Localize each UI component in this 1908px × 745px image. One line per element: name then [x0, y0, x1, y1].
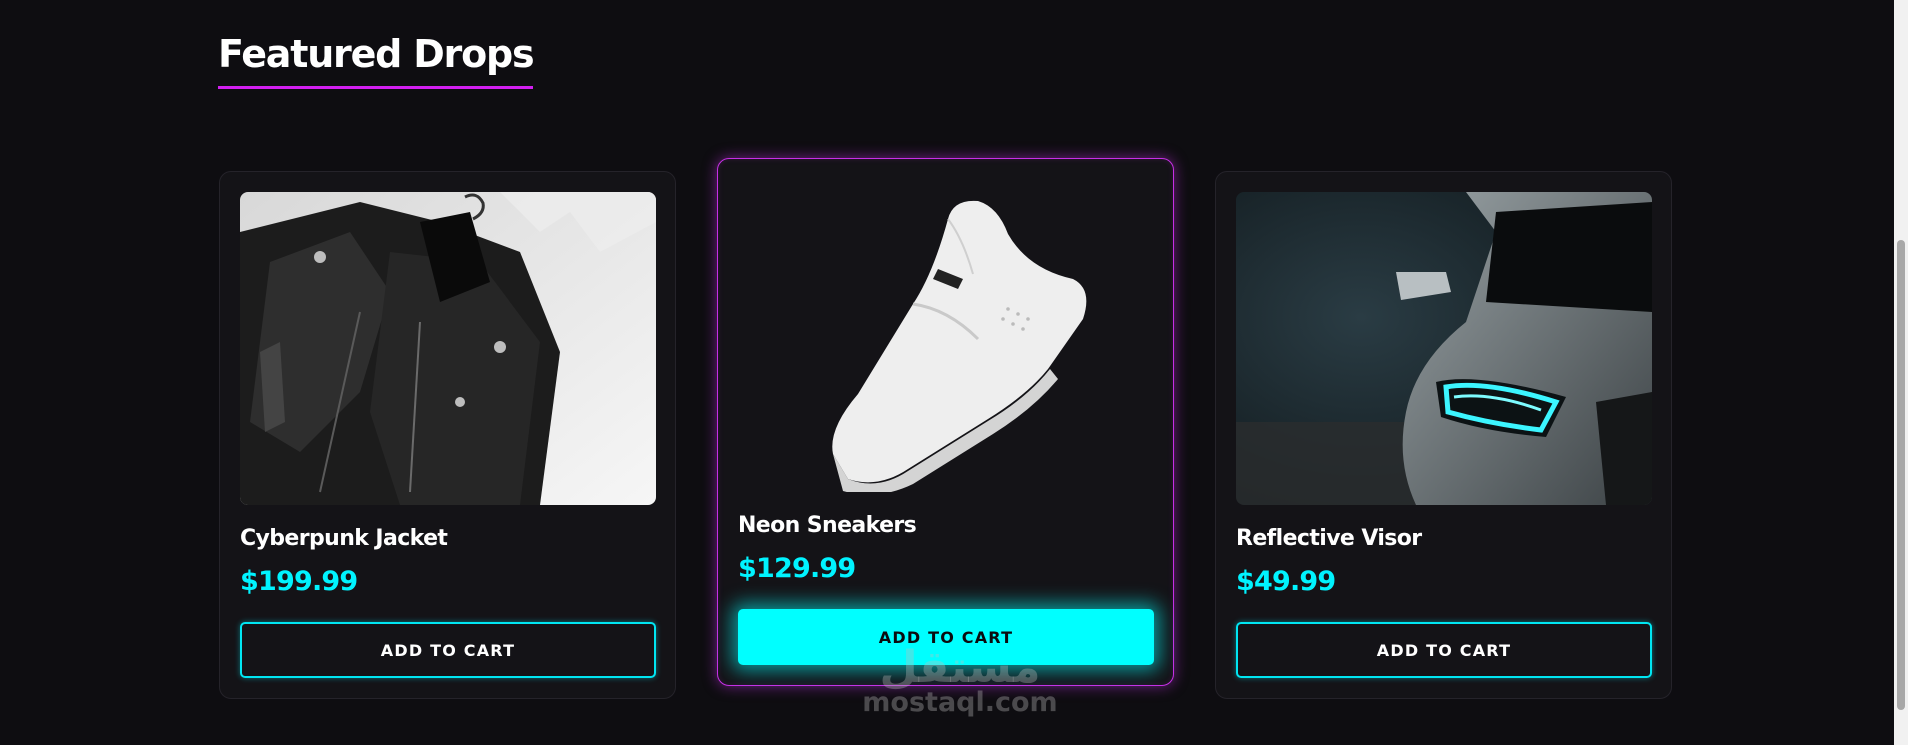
watermark-latin: mostaql.com: [862, 687, 1058, 718]
product-image-sneaker[interactable]: [738, 179, 1154, 492]
product-price: $129.99: [738, 553, 856, 584]
product-name: Neon Sneakers: [738, 513, 917, 538]
scrollbar-thumb[interactable]: [1897, 240, 1905, 710]
product-image-car[interactable]: [1236, 192, 1652, 505]
product-card-reflective-visor: Reflective Visor $49.99 ADD TO CART: [1215, 171, 1672, 699]
product-name: Cyberpunk Jacket: [240, 526, 448, 551]
product-name: Reflective Visor: [1236, 526, 1422, 551]
product-price: $199.99: [240, 566, 358, 597]
add-to-cart-button[interactable]: ADD TO CART: [240, 622, 656, 678]
product-card-neon-sneakers: Neon Sneakers $129.99 ADD TO CART: [717, 158, 1174, 686]
product-image-jacket[interactable]: [240, 192, 656, 505]
product-price: $49.99: [1236, 566, 1336, 597]
add-to-cart-button[interactable]: ADD TO CART: [738, 609, 1154, 665]
add-to-cart-button[interactable]: ADD TO CART: [1236, 622, 1652, 678]
product-card-cyberpunk-jacket: Cyberpunk Jacket $199.99 ADD TO CART: [219, 171, 676, 699]
vertical-scrollbar[interactable]: [1894, 0, 1908, 745]
section-title: Featured Drops: [218, 32, 535, 89]
